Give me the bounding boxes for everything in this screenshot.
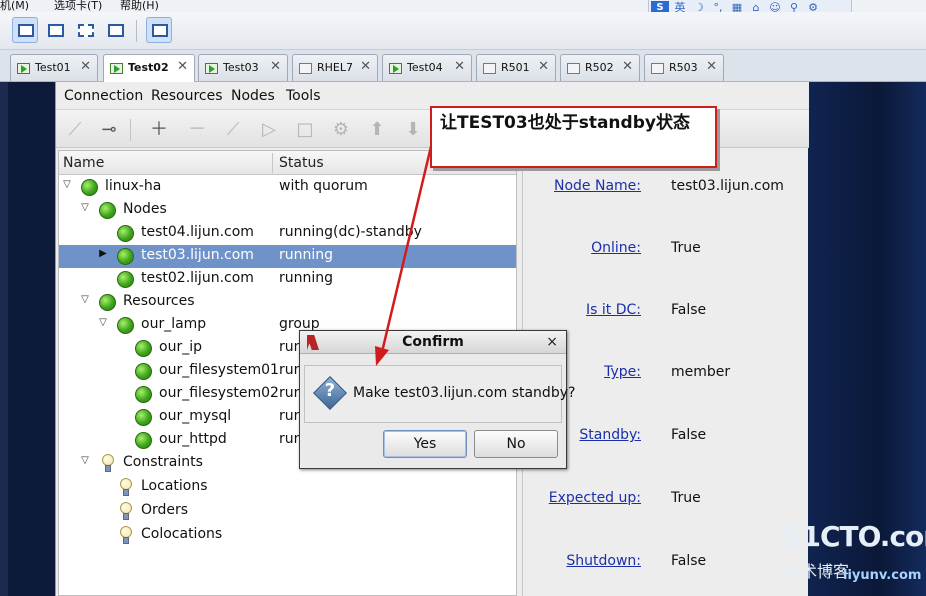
annotation-callout: 让TEST03也处于standby状态 <box>430 106 717 168</box>
site-watermark: 51CTO.com 技术博客 liyunv.com <box>783 520 926 590</box>
watermark-brand: 51CTO.com <box>783 520 926 553</box>
watermark-url: liyunv.com <box>843 568 922 583</box>
watermark-tagline: 技术博客 <box>785 562 850 581</box>
annotation-text: 让TEST03也处于standby状态 <box>440 113 690 133</box>
annotation-arrow <box>375 133 436 366</box>
